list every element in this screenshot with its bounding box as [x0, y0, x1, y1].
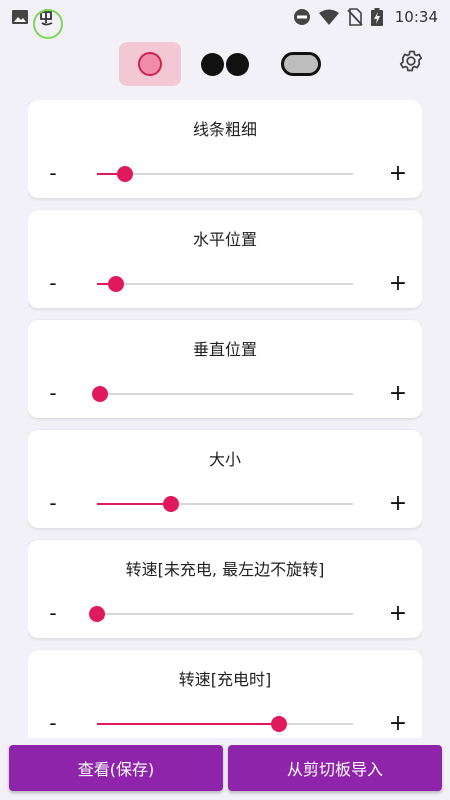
- settings-button[interactable]: [396, 48, 426, 78]
- bottom-bar: 查看(保存) 从剪切板导入: [0, 745, 450, 791]
- speed-charging-slider[interactable]: [97, 716, 353, 732]
- slider-card-vertical-position: 垂直位置 - +: [28, 320, 422, 418]
- slider-card-size: 大小 - +: [28, 430, 422, 528]
- size-slider[interactable]: [97, 496, 353, 512]
- decrease-button[interactable]: -: [38, 708, 68, 738]
- toolbar: [0, 42, 450, 86]
- gallery-icon: [12, 10, 28, 24]
- slider-thumb[interactable]: [108, 276, 125, 292]
- slider-track: [97, 283, 353, 285]
- decrease-button[interactable]: -: [38, 488, 68, 518]
- slider-track: [97, 173, 353, 175]
- single-ring-style-button[interactable]: [119, 42, 181, 86]
- increase-button[interactable]: +: [383, 598, 413, 628]
- import-clipboard-button[interactable]: 从剪切板导入: [228, 745, 442, 791]
- slider-label: 线条粗细: [192, 120, 257, 139]
- slider-label: 转速[未充电, 最左边不旋转]: [125, 560, 325, 579]
- slider-thumb[interactable]: [91, 386, 108, 402]
- decrease-button[interactable]: -: [38, 158, 68, 188]
- app-icon-ring: [33, 9, 63, 39]
- view-save-button[interactable]: 查看(保存): [9, 745, 223, 791]
- slider-fill: [97, 503, 172, 505]
- increase-button[interactable]: +: [383, 268, 413, 298]
- slider-thumb[interactable]: [117, 166, 134, 182]
- decrease-button[interactable]: -: [38, 378, 68, 408]
- pill-ring-icon: [281, 52, 321, 76]
- slider-label: 水平位置: [192, 230, 257, 249]
- slider-card-horizontal-position: 水平位置 - +: [28, 210, 422, 308]
- no-sim-icon: [347, 8, 363, 26]
- line-width-slider[interactable]: [97, 166, 353, 182]
- slider-fill: [97, 723, 279, 725]
- pill-ring-style-button[interactable]: [270, 42, 332, 86]
- slider-thumb[interactable]: [89, 606, 105, 622]
- vertical-position-slider[interactable]: [91, 386, 353, 402]
- increase-button[interactable]: +: [383, 158, 413, 188]
- horizontal-position-slider[interactable]: [97, 276, 353, 292]
- slider-list[interactable]: 线条粗细 - + 水平位置 - + 垂直位置 - + 大小 - + 转速[未充电…: [28, 100, 422, 738]
- status-right: 10:34: [293, 8, 438, 26]
- single-ring-icon: [138, 52, 162, 76]
- slider-thumb[interactable]: [163, 496, 180, 512]
- double-ring-style-button[interactable]: [194, 42, 256, 86]
- slider-card-line-width: 线条粗细 - +: [28, 100, 422, 198]
- decrease-button[interactable]: -: [38, 598, 68, 628]
- slider-track: [97, 613, 353, 615]
- gear-icon: [398, 48, 424, 78]
- increase-button[interactable]: +: [383, 378, 413, 408]
- slider-card-speed-uncharged: 转速[未充电, 最左边不旋转] - +: [28, 540, 422, 638]
- battery-charging-icon: [370, 8, 383, 26]
- status-bar: 10:34: [0, 0, 450, 34]
- increase-button[interactable]: +: [383, 488, 413, 518]
- double-ring-icon: [201, 52, 249, 76]
- slider-thumb[interactable]: [270, 716, 287, 732]
- speed-uncharged-slider[interactable]: [89, 606, 353, 622]
- do-not-disturb-icon: [293, 8, 311, 26]
- slider-track: [97, 393, 353, 395]
- slider-label: 垂直位置: [192, 340, 257, 359]
- status-time: 10:34: [394, 8, 438, 26]
- decrease-button[interactable]: -: [38, 268, 68, 298]
- wifi-icon: [318, 9, 339, 25]
- slider-label: 转速[充电时]: [178, 670, 272, 689]
- increase-button[interactable]: +: [383, 708, 413, 738]
- slider-card-speed-charging: 转速[充电时] - +: [28, 650, 422, 738]
- slider-label: 大小: [208, 450, 241, 469]
